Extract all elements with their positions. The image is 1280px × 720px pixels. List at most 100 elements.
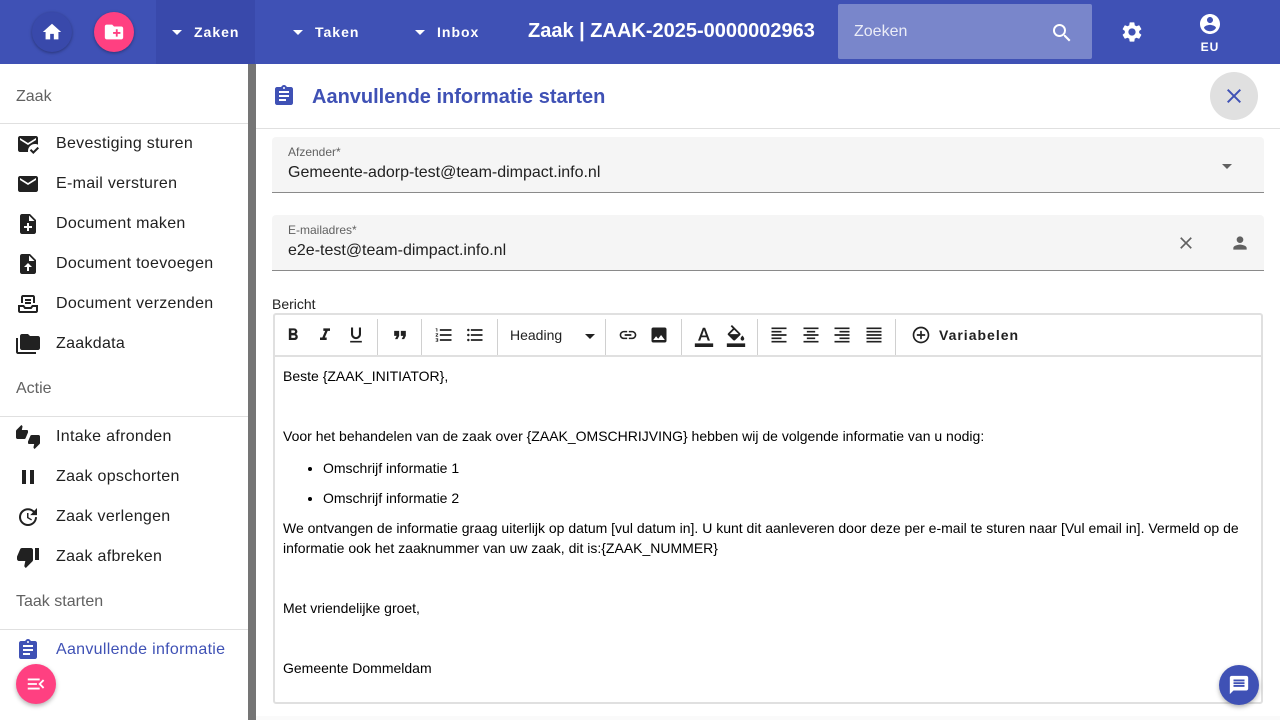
sidebar-item-label: Intake afronden [56,428,172,445]
fill-color-icon[interactable] [725,325,747,347]
clear-icon[interactable] [1176,233,1196,253]
toolbar-divider [895,319,896,355]
variabelen-button[interactable]: Variabelen [911,325,1019,345]
toolbar-divider [681,319,682,355]
body-greeting: Beste {ZAAK_INITIATOR}, [283,368,449,384]
align-right-icon[interactable] [832,325,852,345]
quote-icon[interactable] [390,325,410,345]
sidebar-item-label: Zaak afbreken [56,548,163,565]
body-closing: Met vriendelijke groet, [283,600,420,616]
sidebar-item-document-toevoegen[interactable]: Document toevoegen [0,244,248,284]
afzender-select[interactable]: Afzender* Gemeente-adorp-test@team-dimpa… [272,137,1264,193]
sidebar-item-label: E-mail versturen [56,175,178,192]
sidebar-item-zaak-opschorten[interactable]: Zaak opschorten [0,457,248,497]
rich-text-editor[interactable]: Heading Variabelen Beste {ZAAK_INITIATOR… [273,313,1263,704]
folder-add-icon [104,24,124,40]
sidebar-item-label: Document toevoegen [56,255,214,272]
feedback-button[interactable] [1219,665,1259,705]
image-icon[interactable] [649,325,669,345]
sidebar-item-label: Aanvullende informatie [56,641,226,658]
align-center-icon[interactable] [801,325,821,345]
search-placeholder: Zoeken [854,23,908,40]
nav-menu-label: Zaken [194,24,240,40]
link-icon[interactable] [618,325,638,345]
sidebar-section-taak-starten: Taak starten [0,577,248,630]
close-button[interactable] [1210,72,1258,120]
body-paragraph: We ontvangen de informatie graag uiterli… [283,520,1239,556]
close-icon [1227,89,1241,103]
body-signature: Gemeente Dommeldam [283,660,432,676]
field-value: Gemeente-adorp-test@team-dimpact.info.nl [288,164,601,181]
sidebar-item-label: Zaak verlengen [56,508,171,525]
list-item: Omschrijf informatie 2 [323,488,1253,508]
home-icon [42,23,62,40]
home-button[interactable] [32,12,72,52]
sidebar-item-label: Zaakdata [56,335,126,352]
align-justify-icon[interactable] [864,325,884,345]
toolbar-divider [421,319,422,355]
chevron-down-icon [1222,164,1232,169]
nav-menu-label: Inbox [437,24,480,40]
nav-menu-inbox[interactable]: Inbox [415,0,479,64]
email-icon [18,176,38,192]
chevron-down-icon [585,334,595,339]
panel-header: Aanvullende informatie starten [256,64,1280,129]
sidebar-item-zaak-verlengen[interactable]: Zaak verlengen [0,497,248,537]
sidebar-item-intake-afronden[interactable]: Intake afronden [0,417,248,457]
note-add-icon [20,214,36,234]
toolbar-divider [497,319,498,355]
search-icon[interactable] [1050,21,1074,45]
sidebar-item-label: Document verzenden [56,295,214,312]
toggle-menu-button[interactable] [16,664,56,704]
field-label: E-mailadres* [288,223,357,237]
sidebar-section-zaak: Zaak [0,64,248,124]
field-label: Afzender* [288,145,341,159]
numbered-list-icon[interactable] [434,325,454,345]
toolbar-divider [377,319,378,355]
sidebar-item-document-maken[interactable]: Document maken [0,204,248,244]
account-circle-icon [1200,14,1220,34]
folder-icon [16,334,40,354]
chevron-down-icon [293,29,303,35]
underline-icon[interactable] [346,325,366,345]
user-menu[interactable]: EU [1190,12,1230,54]
sidebar-divider[interactable] [248,64,256,720]
toolbar-divider [757,319,758,355]
nav-menu-zaken[interactable]: Zaken [156,0,255,64]
list-item: Omschrijf informatie 1 [323,458,1253,478]
sidebar-item-zaakdata[interactable]: Zaakdata [0,324,248,364]
search-input[interactable]: Zoeken [838,4,1092,59]
person-icon[interactable] [1230,233,1250,253]
sidebar-item-bevestiging-sturen[interactable]: Bevestiging sturen [0,124,248,164]
body-intro: Voor het behandelen van de zaak over {ZA… [283,428,985,444]
email-field[interactable]: E-mailadres* e2e-test@team-dimpact.info.… [272,215,1264,271]
mark-email-read-icon [18,136,39,154]
gear-icon[interactable] [1120,20,1144,44]
top-app-bar: Zaken Taken Inbox Zaak | ZAAK-2025-00000… [0,0,1280,64]
editor-toolbar: Heading Variabelen [275,315,1261,357]
italic-icon[interactable] [315,325,335,345]
variabelen-label: Variabelen [939,327,1020,343]
sidebar: Zaak Bevestiging sturen E-mail versturen… [0,64,248,720]
heading-select[interactable]: Heading [510,327,562,343]
panel-title: Aanvullende informatie starten [312,86,606,108]
bold-icon[interactable] [283,325,303,345]
add-circle-icon [912,326,930,344]
form-panel: Aanvullende informatie starten Afzender*… [256,64,1280,716]
sidebar-item-email-versturen[interactable]: E-mail versturen [0,164,248,204]
nav-menu-taken[interactable]: Taken [293,0,359,64]
assignment-icon [19,639,37,659]
bulleted-list-icon[interactable] [465,325,485,345]
chevron-down-icon [172,29,182,35]
sidebar-item-zaak-afbreken[interactable]: Zaak afbreken [0,537,248,577]
assignment-icon [275,85,293,105]
menu-open-icon [27,678,45,690]
text-color-icon[interactable] [693,325,715,347]
user-initials: EU [1200,40,1220,54]
align-left-icon[interactable] [769,325,789,345]
bericht-label: Bericht [272,296,316,312]
sidebar-item-document-verzenden[interactable]: Document verzenden [0,284,248,324]
create-zaak-button[interactable] [94,12,134,52]
editor-content[interactable]: Beste {ZAAK_INITIATOR}, Voor het behande… [275,357,1261,687]
